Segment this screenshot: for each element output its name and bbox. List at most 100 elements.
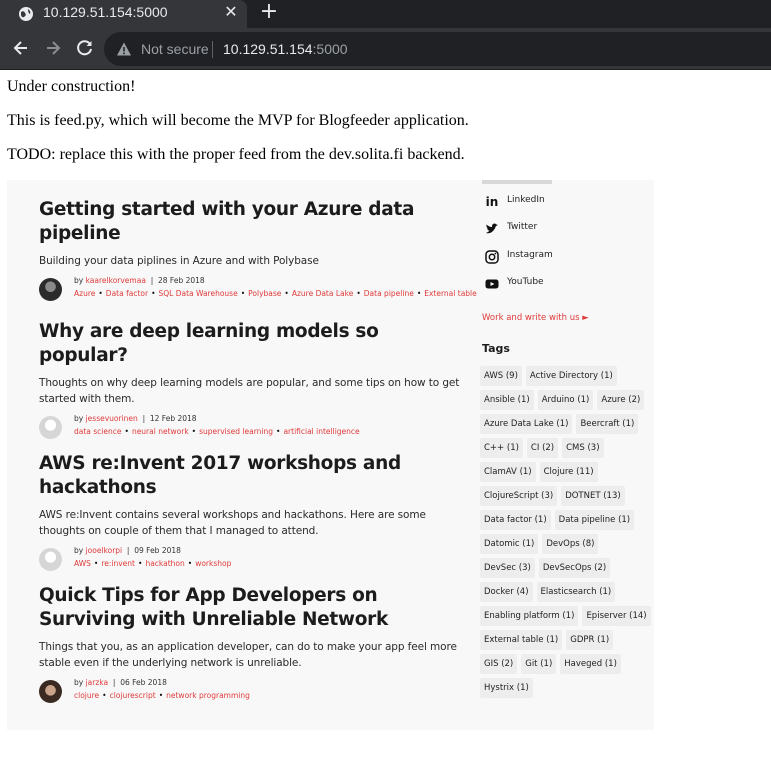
tag-chip: GDPR (1)	[566, 630, 614, 650]
tag-chip: GIS (2)	[480, 654, 518, 674]
tag-separator: •	[102, 691, 107, 700]
post-tag: neural network	[131, 427, 189, 436]
new-tab-button[interactable]: +	[259, 1, 279, 23]
post-author: kaarelkorvemaa	[85, 276, 146, 285]
post-tag: External table	[424, 289, 477, 298]
url-port: :5000	[312, 41, 348, 57]
post-tag: supervised learning	[199, 427, 274, 436]
description-paragraph: This is feed.py, which will become the M…	[7, 112, 469, 129]
url-text[interactable]: 10.129.51.154:5000	[223, 41, 348, 57]
post-date: 28 Feb 2018	[158, 276, 205, 285]
security-label[interactable]: Not secure	[141, 41, 209, 57]
post-date: 09 Feb 2018	[134, 546, 181, 555]
tag-separator: •	[124, 427, 129, 436]
post-title: Quick Tips for App Developers on Survivi…	[39, 585, 388, 630]
twitter-icon	[486, 223, 498, 234]
tag-chip: Episerver (14)	[582, 606, 651, 626]
by-label: by	[74, 276, 84, 285]
tag-cloud: AWS (9) Active Directory (1) Ansible (1) Ar…	[480, 366, 652, 698]
tag-separator: •	[158, 691, 164, 700]
tag-separator: •	[98, 289, 103, 298]
tag-separator: •	[187, 559, 193, 568]
post-tag: data science	[74, 427, 122, 436]
tag-separator: •	[191, 427, 197, 436]
tag-chip: Data factor (1)	[480, 510, 551, 530]
back-arrow-icon[interactable]	[11, 38, 31, 58]
post-meta: by jarzka | 06 Feb 2018 clojure • clojures…	[39, 678, 469, 708]
post-byline: by jarzka | 06 Feb 2018	[74, 678, 167, 687]
tag-chip: External table (1)	[480, 630, 563, 650]
tag-chip: Azure Data Lake (1)	[480, 414, 573, 434]
tag-chip: DevSecOps (2)	[538, 558, 611, 578]
tag-chip: CI (2)	[526, 438, 559, 458]
url-host: 10.129.51.154	[223, 41, 313, 57]
post-tag: Data pipeline	[363, 289, 414, 298]
tag-chip: Arduino (1)	[537, 390, 594, 410]
post-tag: Data factor	[105, 289, 149, 298]
work-with-us-link: Work and write with us ►	[482, 313, 589, 323]
tag-separator: •	[284, 289, 289, 298]
omnibox-divider	[212, 41, 213, 58]
play-arrow-icon: ►	[582, 313, 589, 323]
close-tab-icon[interactable]: ✕	[224, 4, 238, 20]
tag-chip: ClamAV (1)	[480, 462, 536, 482]
tab-strip: 10.129.51.154:5000 ✕ +	[0, 0, 771, 28]
post-tag: AWS	[74, 559, 91, 568]
tag-separator: •	[240, 289, 246, 298]
tag-separator: •	[93, 559, 99, 568]
post-author: jooelkorpi	[85, 546, 123, 555]
post-card: Getting started with your Azure data pip…	[39, 198, 477, 306]
tag-separator: •	[356, 289, 361, 298]
post-description: Building your data piplines in Azure and…	[39, 255, 319, 267]
tag-chip: C++ (1)	[480, 438, 523, 458]
forward-arrow-icon[interactable]	[43, 38, 63, 58]
post-tag: SQL Data Warehouse	[158, 289, 238, 298]
post-description: Thoughts on why deep learning models are…	[39, 377, 460, 405]
post-tags: Azure • Data factor • SQL Data Warehouse • Pol…	[74, 288, 477, 300]
post-author: jessevuorinen	[85, 414, 138, 423]
tag-chip: Beercraft (1)	[576, 414, 639, 434]
warning-icon[interactable]	[116, 41, 132, 57]
tag-chip: DevOps (8)	[542, 534, 599, 554]
post-card: Why are deep learning models so popular?…	[39, 320, 469, 444]
status-paragraph: Under construction!	[7, 78, 136, 95]
instagram-icon	[485, 250, 499, 264]
post-byline: by jessevuorinen | 12 Feb 2018	[74, 414, 197, 423]
tag-chip: Active Directory (1)	[525, 366, 617, 386]
tag-separator: •	[151, 289, 156, 298]
blog-screenshot-image: Getting started with your Azure data pip…	[7, 180, 654, 730]
author-avatar	[39, 278, 62, 301]
post-tags: data science • neural network • supervised l…	[74, 426, 454, 438]
post-tag: Azure	[74, 289, 96, 298]
post-tag: workshop	[195, 559, 232, 568]
tag-chip: Docker (4)	[480, 582, 533, 602]
post-meta: by jooelkorpi | 09 Feb 2018 AWS • re:inven…	[39, 546, 469, 576]
address-bar[interactable]: Not secure 10.129.51.154:5000	[104, 32, 771, 66]
tag-chip: Datomic (1)	[480, 534, 539, 554]
browser-tab[interactable]: 10.129.51.154:5000 ✕	[0, 0, 247, 28]
reload-icon[interactable]	[75, 38, 95, 58]
post-tag: artificial intelligence	[283, 427, 360, 436]
tag-chip: AWS (9)	[480, 366, 522, 386]
tag-chip: Data pipeline (1)	[554, 510, 635, 530]
tag-chip: DOTNET (13)	[561, 486, 625, 506]
post-description: Things that you, as an application devel…	[39, 641, 457, 669]
tab-title: 10.129.51.154:5000	[43, 4, 168, 20]
by-label: by	[74, 678, 84, 687]
social-label: YouTube	[507, 277, 544, 287]
post-title: AWS re:Invent 2017 workshops and hackath…	[39, 453, 401, 498]
linkedin-icon: in	[485, 195, 499, 209]
tag-chip: Clojure (11)	[539, 462, 598, 482]
globe-icon	[19, 7, 33, 21]
by-label: by	[74, 414, 84, 423]
work-link-label: Work and write with us	[482, 313, 580, 323]
social-label: LinkedIn	[507, 195, 545, 205]
cropped-sidebar-item	[482, 180, 552, 184]
by-label: by	[74, 546, 84, 555]
post-byline: by jooelkorpi | 09 Feb 2018	[74, 546, 181, 555]
tag-chip: DevSec (3)	[480, 558, 535, 578]
post-tag: re:invent	[101, 559, 135, 568]
post-tags: AWS • re:invent • hackathon • workshop	[74, 558, 454, 570]
social-label: Instagram	[507, 250, 553, 260]
tag-separator: •	[416, 289, 422, 298]
